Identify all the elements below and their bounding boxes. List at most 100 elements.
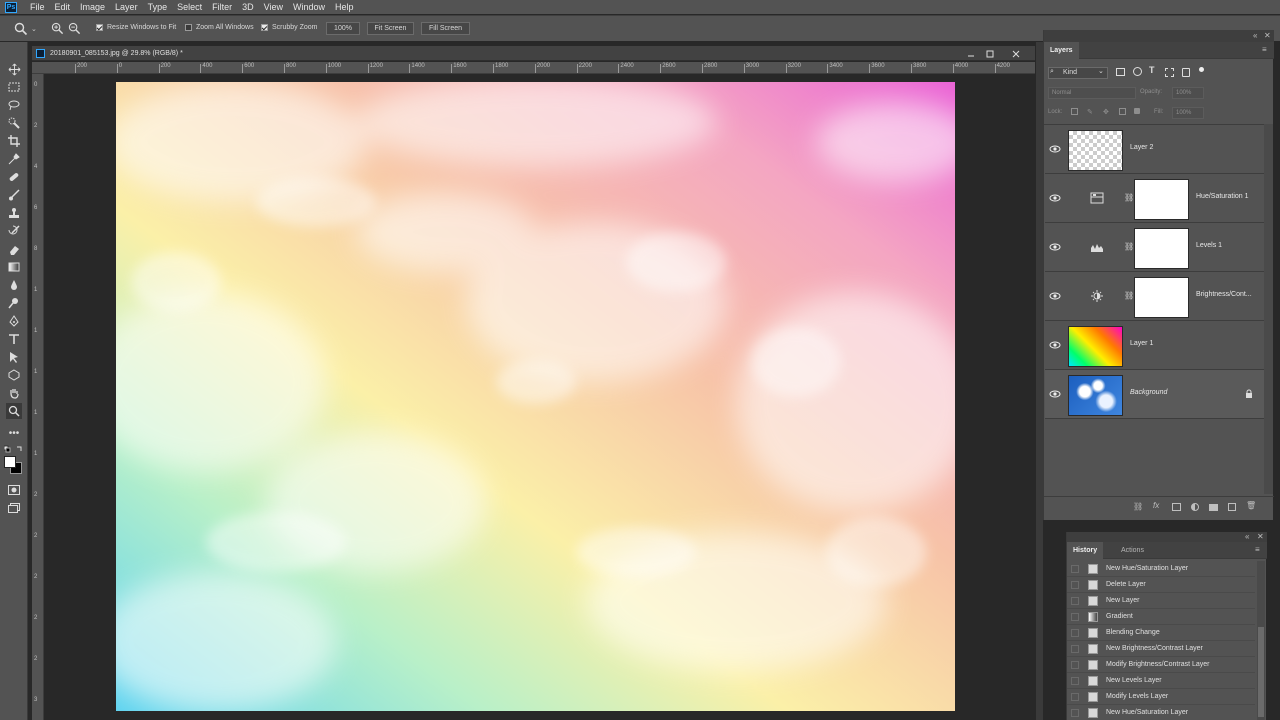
history-state-checkbox[interactable] [1071,677,1079,685]
screen-mode-icon[interactable] [6,500,22,516]
fit-screen-button[interactable]: Fit Screen [367,22,414,35]
layer-name[interactable]: Layer 1 [1130,340,1153,347]
fill-screen-button[interactable]: Fill Screen [421,22,470,35]
tab-layers[interactable]: Layers [1044,42,1079,59]
move-tool-icon[interactable] [6,61,22,77]
dodge-tool-icon[interactable] [6,295,22,311]
lock-all-icon[interactable] [1134,108,1140,114]
filter-smart-object-icon[interactable] [1182,68,1190,77]
layer-row-levels[interactable]: ⛓ Levels 1 [1045,223,1264,272]
hand-tool-icon[interactable] [6,385,22,401]
lock-position-icon[interactable]: ✥ [1103,108,1109,116]
quick-mask-icon[interactable] [6,482,22,498]
layer-mask-thumbnail[interactable] [1134,277,1189,318]
menu-window[interactable]: Window [289,2,331,12]
default-colors-icon[interactable] [3,444,24,454]
blend-mode-select[interactable]: Normal [1048,87,1136,99]
visibility-eye-icon[interactable] [1049,241,1061,253]
layer-mask-thumbnail[interactable] [1134,228,1189,269]
add-mask-icon[interactable] [1172,503,1181,511]
visibility-eye-icon[interactable] [1049,192,1061,204]
collapse-panel-icon[interactable]: « [1253,31,1257,40]
history-state-checkbox[interactable] [1071,613,1079,621]
history-state-checkbox[interactable] [1071,693,1079,701]
layer-name[interactable]: Levels 1 [1196,242,1222,249]
history-item[interactable]: Modify Levels Layer [1067,689,1255,705]
layer-name[interactable]: Brightness/Cont... [1196,291,1252,298]
mask-link-icon[interactable]: ⛓ [1124,242,1134,251]
shape-tool-icon[interactable] [6,367,22,383]
layer-mask-thumbnail[interactable] [1134,179,1189,220]
lock-artboard-icon[interactable] [1119,108,1126,115]
collapse-panel-icon[interactable]: « [1245,532,1249,541]
layer-row-brightness-contrast[interactable]: ⛓ Brightness/Cont... [1045,272,1264,321]
filter-shape-icon[interactable] [1165,68,1174,77]
vertical-ruler[interactable]: 02468111112222233 [32,74,44,720]
visibility-eye-icon[interactable] [1049,339,1061,351]
blur-tool-icon[interactable] [6,277,22,293]
menu-filter[interactable]: Filter [208,2,238,12]
healing-brush-tool-icon[interactable] [6,169,22,185]
lasso-tool-icon[interactable] [6,97,22,113]
panel-menu-icon[interactable]: ≡ [1262,45,1267,54]
visibility-eye-icon[interactable] [1049,388,1061,400]
menu-select[interactable]: Select [173,2,208,12]
new-layer-icon[interactable] [1228,503,1236,511]
history-scrollbar[interactable] [1257,561,1265,720]
history-state-checkbox[interactable] [1071,597,1079,605]
foreground-color-swatch[interactable] [4,456,16,468]
history-item[interactable]: New Hue/Saturation Layer [1067,705,1255,720]
scrubby-zoom-checkbox[interactable]: Scrubby Zoom [261,24,318,31]
zoom-tool-icon[interactable] [14,22,28,38]
horizontal-ruler[interactable]: 200 0 200 400 600 800 1000 1200 1400 1600 1800 2000… [32,62,1035,74]
filter-adjustment-icon[interactable] [1133,67,1142,76]
history-item[interactable]: Delete Layer [1067,577,1255,593]
zoom-all-windows-checkbox[interactable]: Zoom All Windows [185,24,254,31]
opacity-input[interactable]: 100% [1172,87,1204,99]
history-state-checkbox[interactable] [1071,581,1079,589]
menu-layer[interactable]: Layer [111,2,144,12]
layer-name[interactable]: Layer 2 [1130,144,1153,151]
tab-history[interactable]: History [1067,542,1104,559]
filter-type-icon[interactable]: T [1149,65,1155,75]
history-item[interactable]: New Layer [1067,593,1255,609]
lock-transparent-icon[interactable] [1071,108,1078,115]
document-canvas-image[interactable] [116,82,955,711]
menu-type[interactable]: Type [144,2,174,12]
zoom-tool-active-icon[interactable] [6,403,22,419]
layers-scrollbar[interactable] [1264,124,1273,494]
filter-toggle-icon[interactable] [1199,67,1204,72]
history-item[interactable]: Blending Change [1067,625,1255,641]
layer-row-background[interactable]: Background [1045,370,1264,419]
zoom-in-icon[interactable] [51,22,64,37]
history-state-checkbox[interactable] [1071,709,1079,717]
link-layers-icon[interactable]: ⛓ [1133,502,1143,511]
maximize-icon[interactable] [982,47,998,60]
visibility-eye-icon[interactable] [1049,143,1061,155]
history-state-checkbox[interactable] [1071,565,1079,573]
layer-name[interactable]: Hue/Saturation 1 [1196,193,1249,200]
type-tool-icon[interactable] [6,331,22,347]
layer-row-layer-2[interactable]: Layer 2 [1045,125,1264,174]
eraser-tool-icon[interactable] [6,241,22,257]
history-state-checkbox[interactable] [1071,661,1079,669]
fill-input[interactable]: 100% [1172,107,1204,119]
tab-actions[interactable]: Actions [1115,542,1150,559]
edit-toolbar-icon[interactable]: ••• [6,425,22,441]
gradient-tool-icon[interactable] [6,259,22,275]
history-item[interactable]: Modify Brightness/Contrast Layer [1067,657,1255,673]
visibility-eye-icon[interactable] [1049,290,1061,302]
pen-tool-icon[interactable] [6,313,22,329]
history-item[interactable]: New Brightness/Contrast Layer [1067,641,1255,657]
path-selection-tool-icon[interactable] [6,349,22,365]
crop-tool-icon[interactable] [6,133,22,149]
history-state-checkbox[interactable] [1071,629,1079,637]
brush-tool-icon[interactable] [6,187,22,203]
menu-help[interactable]: Help [331,2,360,12]
history-scroll-thumb[interactable] [1258,627,1264,717]
layer-row-layer-1[interactable]: Layer 1 [1045,321,1264,370]
filter-pixel-icon[interactable] [1116,68,1125,76]
resize-windows-checkbox[interactable]: Resize Windows to Fit [96,24,176,31]
mask-link-icon[interactable]: ⛓ [1124,291,1134,300]
menu-view[interactable]: View [260,2,289,12]
